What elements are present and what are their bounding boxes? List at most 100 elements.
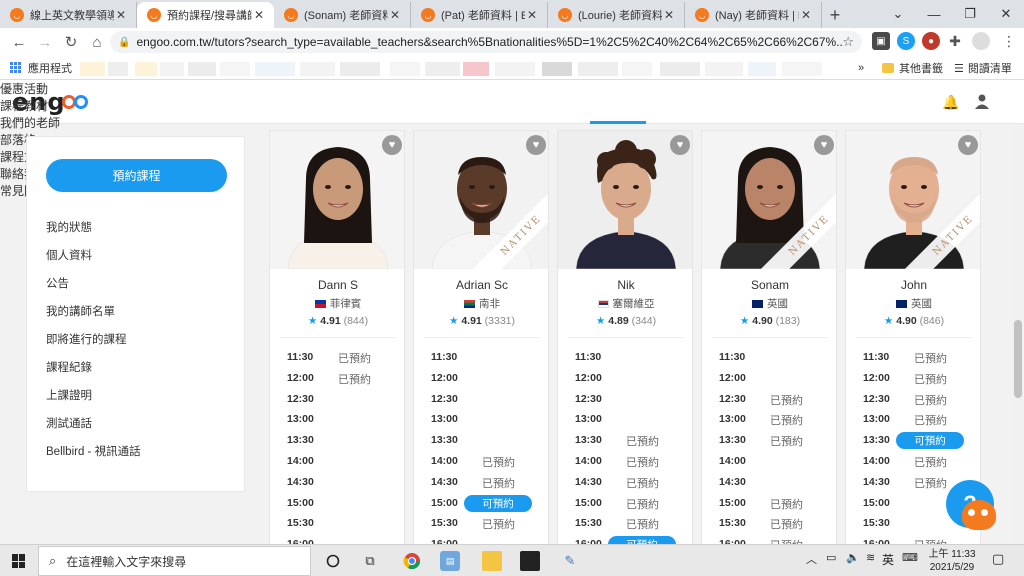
close-window-icon[interactable]: ✕ <box>988 0 1024 28</box>
tutor-name[interactable]: John <box>846 278 980 292</box>
bookmark-placeholder[interactable] <box>542 62 572 76</box>
nav-item[interactable]: 課程教材 <box>0 97 84 114</box>
close-tab-icon[interactable]: ✕ <box>799 8 813 22</box>
browser-tab[interactable]: ◡ 線上英文教學領導品牌✕ <box>0 2 137 28</box>
close-tab-icon[interactable]: ✕ <box>114 8 128 22</box>
favorite-heart-icon[interactable]: ♥ <box>382 135 402 155</box>
other-bookmarks[interactable]: 其他書籤 <box>882 56 943 80</box>
cortana-icon[interactable] <box>323 551 343 571</box>
skype-icon[interactable]: S <box>897 32 915 50</box>
close-tab-icon[interactable]: ✕ <box>252 8 266 22</box>
taskbar-clock[interactable]: 上午 11:33 2021/5/29 <box>922 548 982 574</box>
bookmark-placeholder[interactable] <box>495 62 535 76</box>
tutor-card[interactable]: NATIVE ♥ Adrian Sc 南非 ★ 4.91 (3331) 11:30 12:0… <box>413 130 549 560</box>
bookmark-star-icon[interactable]: ☆ <box>842 34 854 50</box>
sidebar-item[interactable]: 個人資料 <box>46 247 92 263</box>
tutor-photo[interactable]: NATIVE ♥ <box>846 131 980 269</box>
tray-expand-icon[interactable]: ︿ <box>806 551 817 567</box>
notification-center-icon[interactable]: ▢ <box>992 551 1004 567</box>
browser-tab[interactable]: ◡ (Nay) 老師資料 | En✕ <box>685 2 822 28</box>
notepad-app-icon[interactable]: ▤ <box>440 551 460 571</box>
bookmark-placeholder[interactable] <box>748 62 776 76</box>
sidebar-item[interactable]: 測試通話 <box>46 415 92 431</box>
bookmark-placeholder[interactable] <box>220 62 250 76</box>
reading-list[interactable]: ☰ 閱讀清單 <box>954 56 1012 80</box>
forward-icon[interactable]: → <box>32 30 58 54</box>
browser-tab[interactable]: ◡ (Lourie) 老師資料 | ✕ <box>548 2 685 28</box>
apps-grid-icon[interactable] <box>10 61 22 74</box>
reload-icon[interactable]: ↻ <box>58 30 84 54</box>
bookmark-placeholder[interactable] <box>463 62 489 76</box>
tutor-photo[interactable]: NATIVE ♥ <box>702 131 836 269</box>
available-slot-button[interactable]: 可預約 <box>896 432 964 450</box>
apps-bookmark[interactable]: 應用程式 <box>28 60 72 76</box>
paint-app-icon[interactable]: ✎ <box>560 551 580 571</box>
wifi-icon[interactable]: ≋ <box>866 551 875 564</box>
bell-icon[interactable]: 🔔 <box>942 94 959 111</box>
minimize-icon[interactable]: — <box>916 0 952 28</box>
bookmark-placeholder[interactable] <box>622 62 652 76</box>
tutor-photo[interactable]: ♥ <box>270 131 404 269</box>
bookmark-placeholder[interactable] <box>782 62 822 76</box>
notification-extension-icon[interactable]: ● <box>922 32 940 50</box>
profile-avatar-icon[interactable] <box>972 32 990 50</box>
tutor-card[interactable]: ♥ Dann S 菲律賓 ★ 4.91 (844) 11:30 已預約 12:00 已預約 12… <box>269 130 405 560</box>
tray-app-icon[interactable]: ▭ <box>826 551 836 564</box>
book-lesson-button[interactable]: 預約課程 <box>46 159 227 192</box>
bookmark-placeholder[interactable] <box>108 62 128 76</box>
favorite-heart-icon[interactable]: ♥ <box>958 135 978 155</box>
tutor-photo[interactable]: ♥ <box>558 131 692 269</box>
favorite-heart-icon[interactable]: ♥ <box>814 135 834 155</box>
nav-item[interactable]: 優惠活動 <box>0 80 84 97</box>
browser-menu-icon[interactable]: ⋮ <box>1000 32 1018 50</box>
ime-indicator[interactable]: 英 <box>882 551 894 568</box>
favorite-heart-icon[interactable]: ♥ <box>670 135 690 155</box>
bookmark-placeholder[interactable] <box>255 62 295 76</box>
bookmark-placeholder[interactable] <box>135 62 157 76</box>
url-bar[interactable]: 🔒 engoo.com.tw/tutors?search_type=availa… <box>110 31 862 53</box>
more-bookmarks[interactable]: » <box>858 56 864 80</box>
new-tab-button[interactable]: + <box>822 2 848 28</box>
favorite-heart-icon[interactable]: ♥ <box>526 135 546 155</box>
home-icon[interactable]: ⌂ <box>84 30 110 54</box>
file-explorer-icon[interactable] <box>482 551 502 571</box>
input-method-icon[interactable]: ⌨ <box>902 551 918 564</box>
volume-icon[interactable]: 🔈 <box>846 551 860 564</box>
bookmark-placeholder[interactable] <box>425 62 460 76</box>
sidebar-item[interactable]: 即將進行的課程 <box>46 331 127 347</box>
close-tab-icon[interactable]: ✕ <box>525 8 539 22</box>
extension-icon[interactable]: ▣ <box>872 32 890 50</box>
tutor-card[interactable]: NATIVE ♥ Sonam 英國 ★ 4.90 (183) 11:30 12:00 12:3… <box>701 130 837 560</box>
sidebar-item[interactable]: 我的講師名單 <box>46 303 115 319</box>
profile-menu-icon[interactable]: ⌄ <box>880 0 916 28</box>
available-slot-button[interactable]: 可預約 <box>464 494 532 512</box>
bookmark-placeholder[interactable] <box>340 62 380 76</box>
tutor-photo[interactable]: NATIVE ♥ <box>414 131 548 269</box>
bookmark-placeholder[interactable] <box>80 62 105 76</box>
nav-item[interactable]: 我們的老師 <box>0 114 84 131</box>
sidebar-item[interactable]: 我的狀態 <box>46 219 92 235</box>
bookmark-placeholder[interactable] <box>300 62 335 76</box>
page-scrollbar-thumb[interactable] <box>1014 320 1022 398</box>
tutor-name[interactable]: Sonam <box>702 278 836 292</box>
tutor-name[interactable]: Adrian Sc <box>414 278 548 292</box>
bookmark-placeholder[interactable] <box>160 62 184 76</box>
restore-icon[interactable]: ❐ <box>952 0 988 28</box>
back-icon[interactable]: ← <box>6 30 32 54</box>
bookmark-placeholder[interactable] <box>705 62 743 76</box>
user-account-icon[interactable] <box>974 93 990 109</box>
task-view-icon[interactable]: ⧉ <box>360 551 380 571</box>
browser-tab[interactable]: ◡ (Pat) 老師資料 | Eng✕ <box>411 2 548 28</box>
chrome-taskbar-icon[interactable] <box>402 551 422 571</box>
bookmark-placeholder[interactable] <box>578 62 618 76</box>
bookmark-placeholder[interactable] <box>188 62 216 76</box>
close-tab-icon[interactable]: ✕ <box>388 8 402 22</box>
windows-start-icon[interactable] <box>12 554 26 568</box>
tutor-card[interactable]: ♥ Nik 塞爾維亞 ★ 4.89 (344) 11:30 12:00 12:30 13:00… <box>557 130 693 560</box>
taskbar-search-input[interactable]: ⌕ 在這裡輸入文字來搜尋 <box>38 546 311 576</box>
sidebar-item[interactable]: 上課證明 <box>46 387 92 403</box>
tutor-name[interactable]: Nik <box>558 278 692 292</box>
puzzle-extensions-icon[interactable]: ✚ <box>946 32 964 50</box>
sidebar-item[interactable]: 課程紀錄 <box>46 359 92 375</box>
sidebar-item[interactable]: Bellbird - 視訊通話 <box>46 443 141 459</box>
